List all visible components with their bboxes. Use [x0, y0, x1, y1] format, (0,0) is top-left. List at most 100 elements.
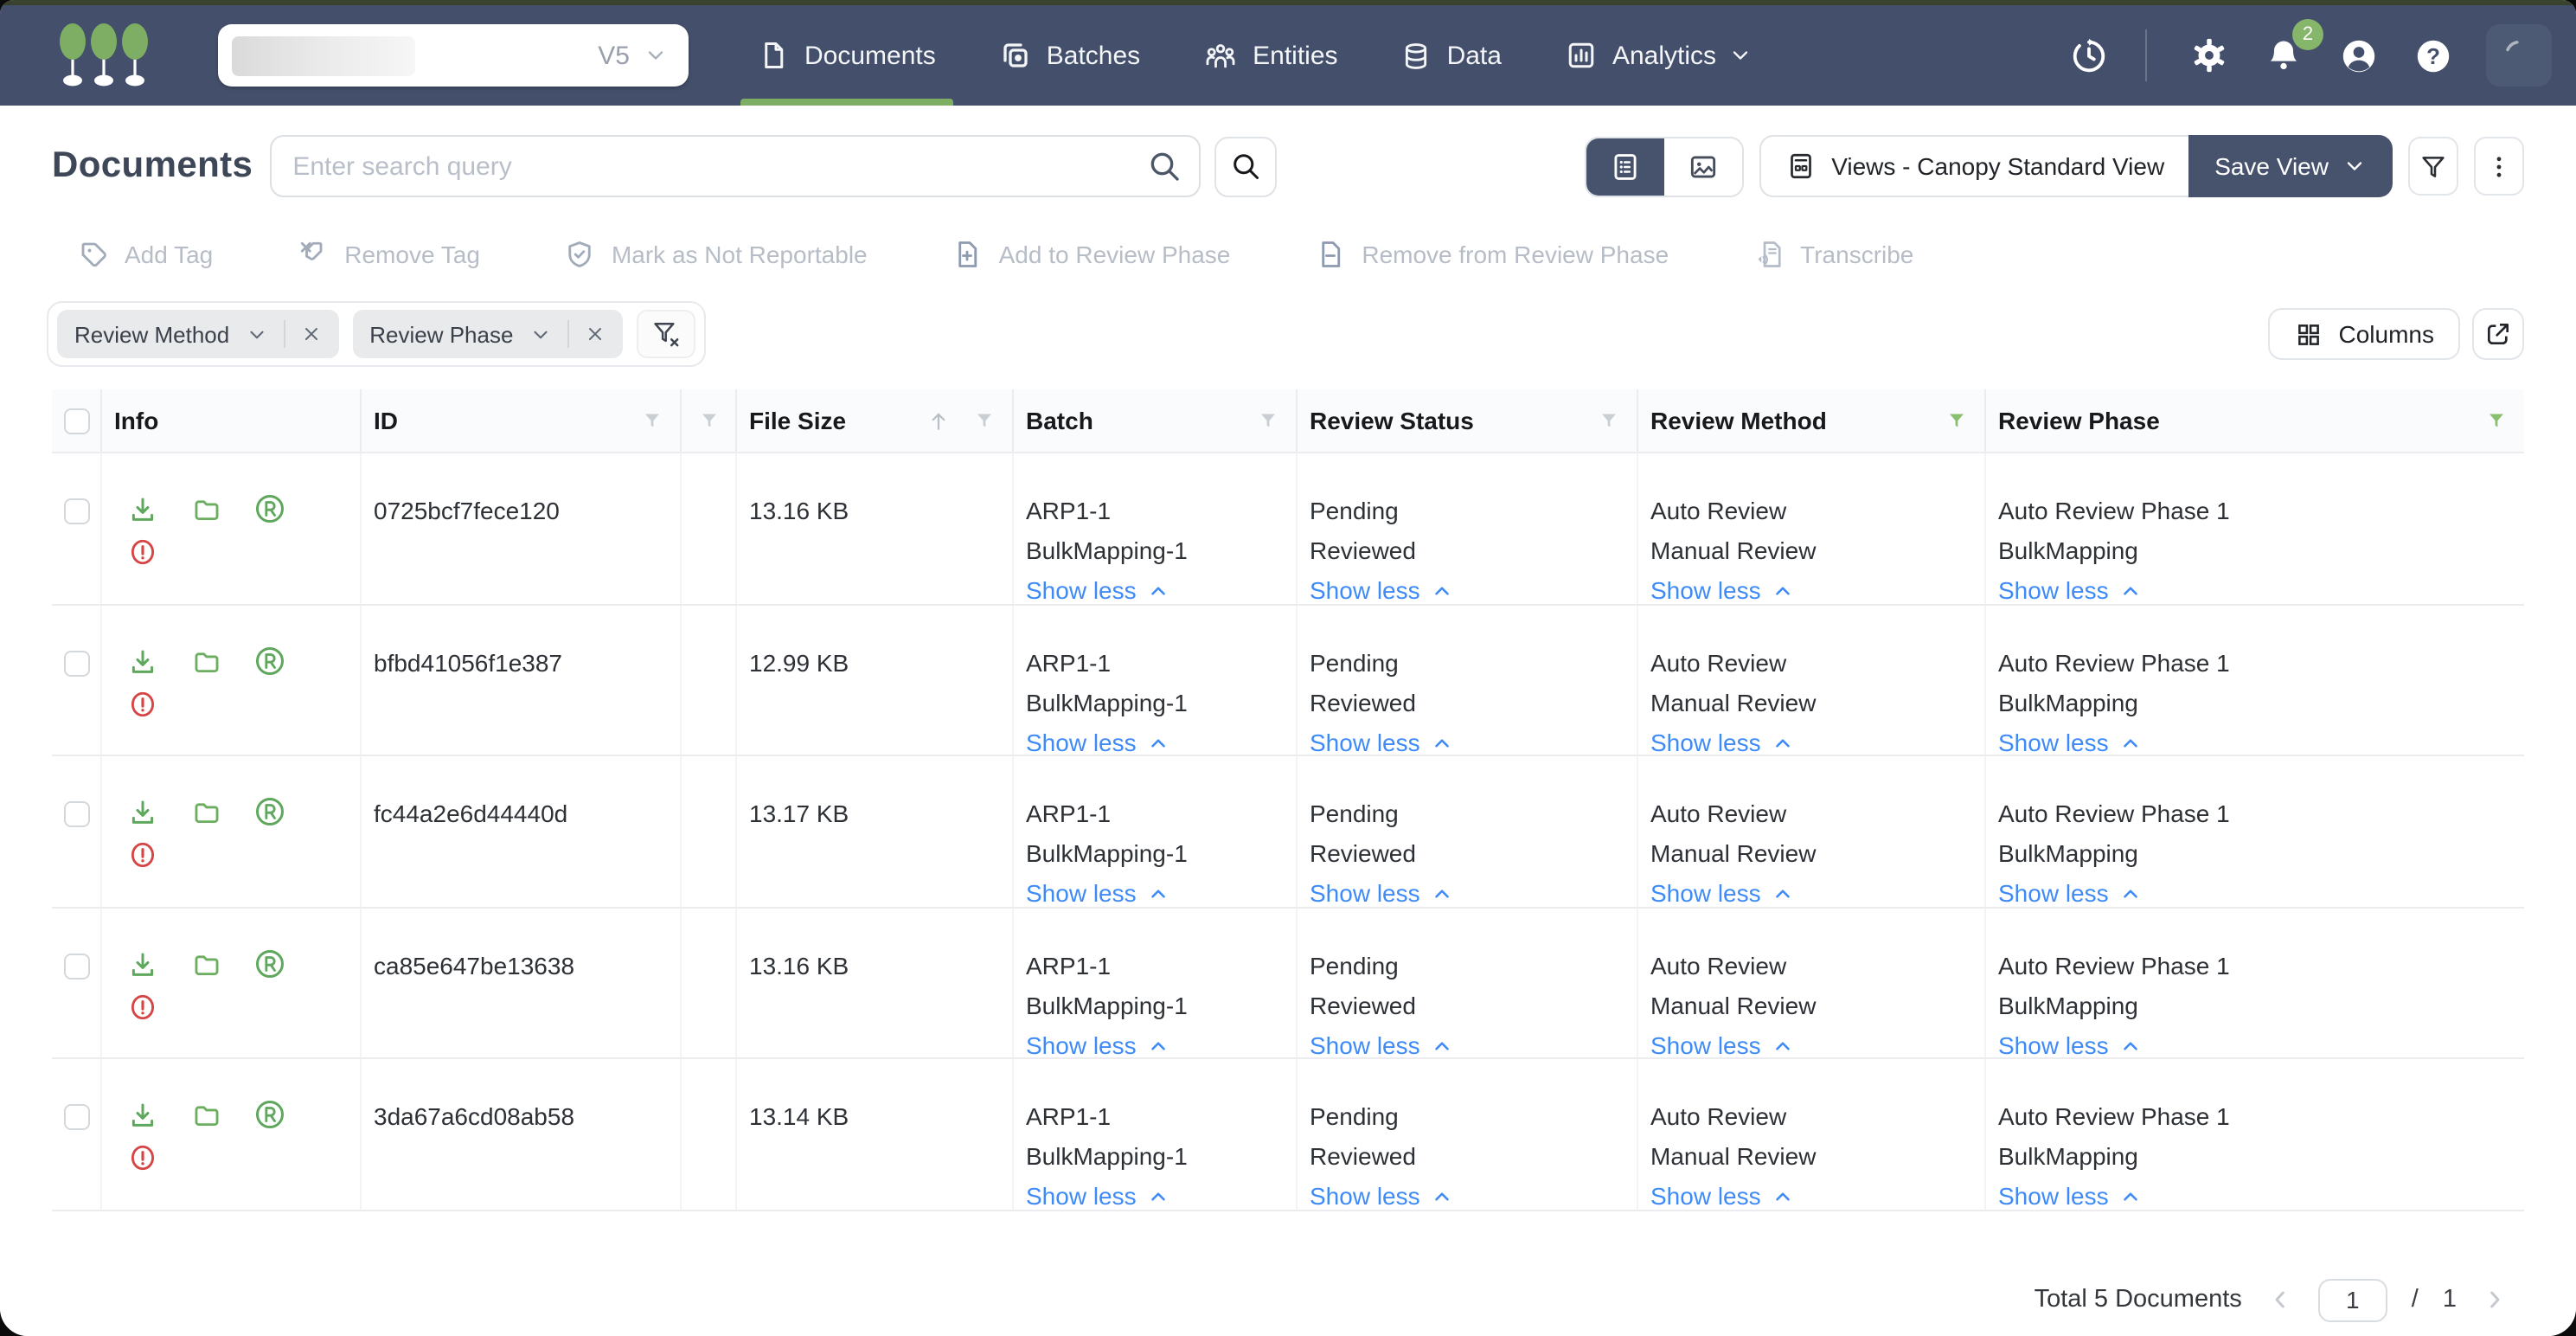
download-icon[interactable] [128, 798, 157, 827]
remove-tag-action[interactable]: Remove Tag [298, 239, 480, 270]
alert-icon[interactable] [128, 1142, 157, 1173]
folder-icon[interactable] [192, 646, 221, 676]
folder-icon[interactable] [192, 1101, 221, 1130]
chip-dropdown-button[interactable] [529, 323, 551, 345]
filter-funnel-icon[interactable] [974, 410, 995, 431]
previous-page-button[interactable] [2266, 1286, 2294, 1314]
show-less-link[interactable]: Show less [1650, 1025, 1967, 1057]
workspace-selector[interactable]: V5 [218, 24, 689, 87]
show-less-link[interactable]: Show less [1998, 723, 2507, 755]
action-label: Remove from Review Phase [1362, 241, 1669, 268]
registered-icon[interactable] [253, 1097, 287, 1132]
nav-tab-batches[interactable]: Batches [983, 5, 1157, 106]
column-header-review-phase[interactable]: Review Phase [1986, 389, 2524, 452]
list-view-toggle[interactable] [1586, 138, 1664, 195]
columns-button[interactable]: Columns [2267, 308, 2460, 360]
show-less-link[interactable]: Show less [1026, 1025, 1278, 1057]
row-checkbox[interactable] [63, 801, 89, 827]
sort-ascending-icon[interactable] [926, 408, 952, 434]
download-icon[interactable] [128, 646, 157, 676]
remove-from-review-phase-action[interactable]: Remove from Review Phase [1315, 239, 1669, 270]
mark-not-reportable-action[interactable]: Mark as Not Reportable [565, 239, 868, 270]
avatar-redacted[interactable] [2486, 24, 2552, 87]
filter-funnel-active-icon[interactable] [2486, 410, 2507, 431]
show-less-link[interactable]: Show less [1026, 723, 1278, 755]
filter-funnel-icon[interactable] [642, 410, 663, 431]
help-button[interactable]: ? [2403, 26, 2462, 85]
filter-funnel-active-icon[interactable] [1946, 410, 1967, 431]
show-less-link[interactable]: Show less [1310, 1025, 1619, 1057]
alert-icon[interactable] [128, 839, 157, 870]
show-less-link[interactable]: Show less [1998, 1177, 2507, 1209]
show-less-link[interactable]: Show less [1026, 874, 1278, 906]
registered-icon[interactable] [253, 643, 287, 678]
nav-tab-entities[interactable]: Entities [1187, 5, 1355, 106]
add-tag-action[interactable]: Add Tag [78, 239, 213, 270]
show-less-link[interactable]: Show less [1310, 723, 1619, 755]
registered-icon[interactable] [253, 946, 287, 980]
filter-funnel-icon[interactable] [698, 410, 719, 431]
folder-icon[interactable] [192, 495, 221, 524]
page-number-input[interactable] [2317, 1278, 2387, 1321]
history-button[interactable] [2059, 26, 2118, 85]
show-less-link[interactable]: Show less [1998, 1025, 2507, 1057]
select-all-checkbox[interactable] [63, 408, 89, 434]
show-less-link[interactable]: Show less [1026, 571, 1278, 603]
column-header-id[interactable]: ID [362, 389, 682, 452]
row-checkbox[interactable] [63, 953, 89, 979]
transcribe-action[interactable]: Transcribe [1753, 239, 1913, 270]
show-less-link[interactable]: Show less [1998, 874, 2507, 906]
next-page-button[interactable] [2481, 1286, 2509, 1314]
registered-icon[interactable] [253, 491, 287, 526]
column-header-review-status[interactable]: Review Status [1298, 389, 1638, 452]
show-less-link[interactable]: Show less [1650, 874, 1967, 906]
gallery-view-toggle[interactable] [1663, 138, 1742, 195]
nav-tab-data[interactable]: Data [1385, 5, 1519, 106]
show-less-link[interactable]: Show less [1310, 571, 1619, 603]
column-header-spacer[interactable] [682, 389, 737, 452]
search-button[interactable] [1214, 136, 1278, 196]
notifications-button[interactable]: 2 [2254, 19, 2323, 85]
nav-tab-analytics[interactable]: Analytics [1548, 5, 1770, 106]
folder-icon[interactable] [192, 949, 221, 979]
account-button[interactable] [2329, 26, 2387, 85]
row-checkbox[interactable] [63, 650, 89, 676]
show-less-link[interactable]: Show less [1998, 571, 2507, 603]
add-to-review-phase-action[interactable]: Add to Review Phase [952, 239, 1230, 270]
alert-icon[interactable] [128, 688, 157, 719]
views-selector[interactable]: Views - Canopy Standard View [1759, 135, 2189, 197]
show-less-link[interactable]: Show less [1650, 571, 1967, 603]
save-view-button[interactable]: Save View [2188, 135, 2393, 197]
column-header-review-method[interactable]: Review Method [1638, 389, 1986, 452]
show-less-link[interactable]: Show less [1310, 874, 1619, 906]
folder-icon[interactable] [192, 798, 221, 827]
column-header-batch[interactable]: Batch [1014, 389, 1298, 452]
alert-icon[interactable] [128, 536, 157, 568]
document-remove-icon [1315, 239, 1346, 270]
export-button[interactable] [2472, 308, 2524, 360]
chip-dropdown-button[interactable] [245, 323, 267, 345]
filter-funnel-icon[interactable] [1599, 410, 1619, 431]
download-icon[interactable] [128, 1101, 157, 1130]
download-icon[interactable] [128, 949, 157, 979]
more-options-button[interactable] [2474, 137, 2524, 196]
filter-funnel-icon[interactable] [1258, 410, 1278, 431]
show-less-link[interactable]: Show less [1650, 723, 1967, 755]
chip-remove-button[interactable] [300, 324, 321, 344]
chip-remove-button[interactable] [584, 324, 605, 344]
alert-icon[interactable] [128, 991, 157, 1022]
search-input[interactable] [270, 135, 1201, 197]
show-less-link[interactable]: Show less [1310, 1177, 1619, 1209]
row-checkbox[interactable] [63, 498, 89, 524]
row-checkbox[interactable] [63, 1104, 89, 1130]
settings-button[interactable] [2180, 26, 2239, 85]
registered-icon[interactable] [253, 794, 287, 829]
nav-tab-documents[interactable]: Documents [740, 5, 953, 106]
download-icon[interactable] [128, 495, 157, 524]
filter-button[interactable] [2408, 137, 2458, 196]
show-less-link[interactable]: Show less [1650, 1177, 1967, 1209]
clear-all-filters-button[interactable] [636, 310, 695, 358]
column-header-info[interactable]: Info [102, 389, 362, 452]
show-less-link[interactable]: Show less [1026, 1177, 1278, 1209]
column-header-file-size[interactable]: File Size [737, 389, 1014, 452]
